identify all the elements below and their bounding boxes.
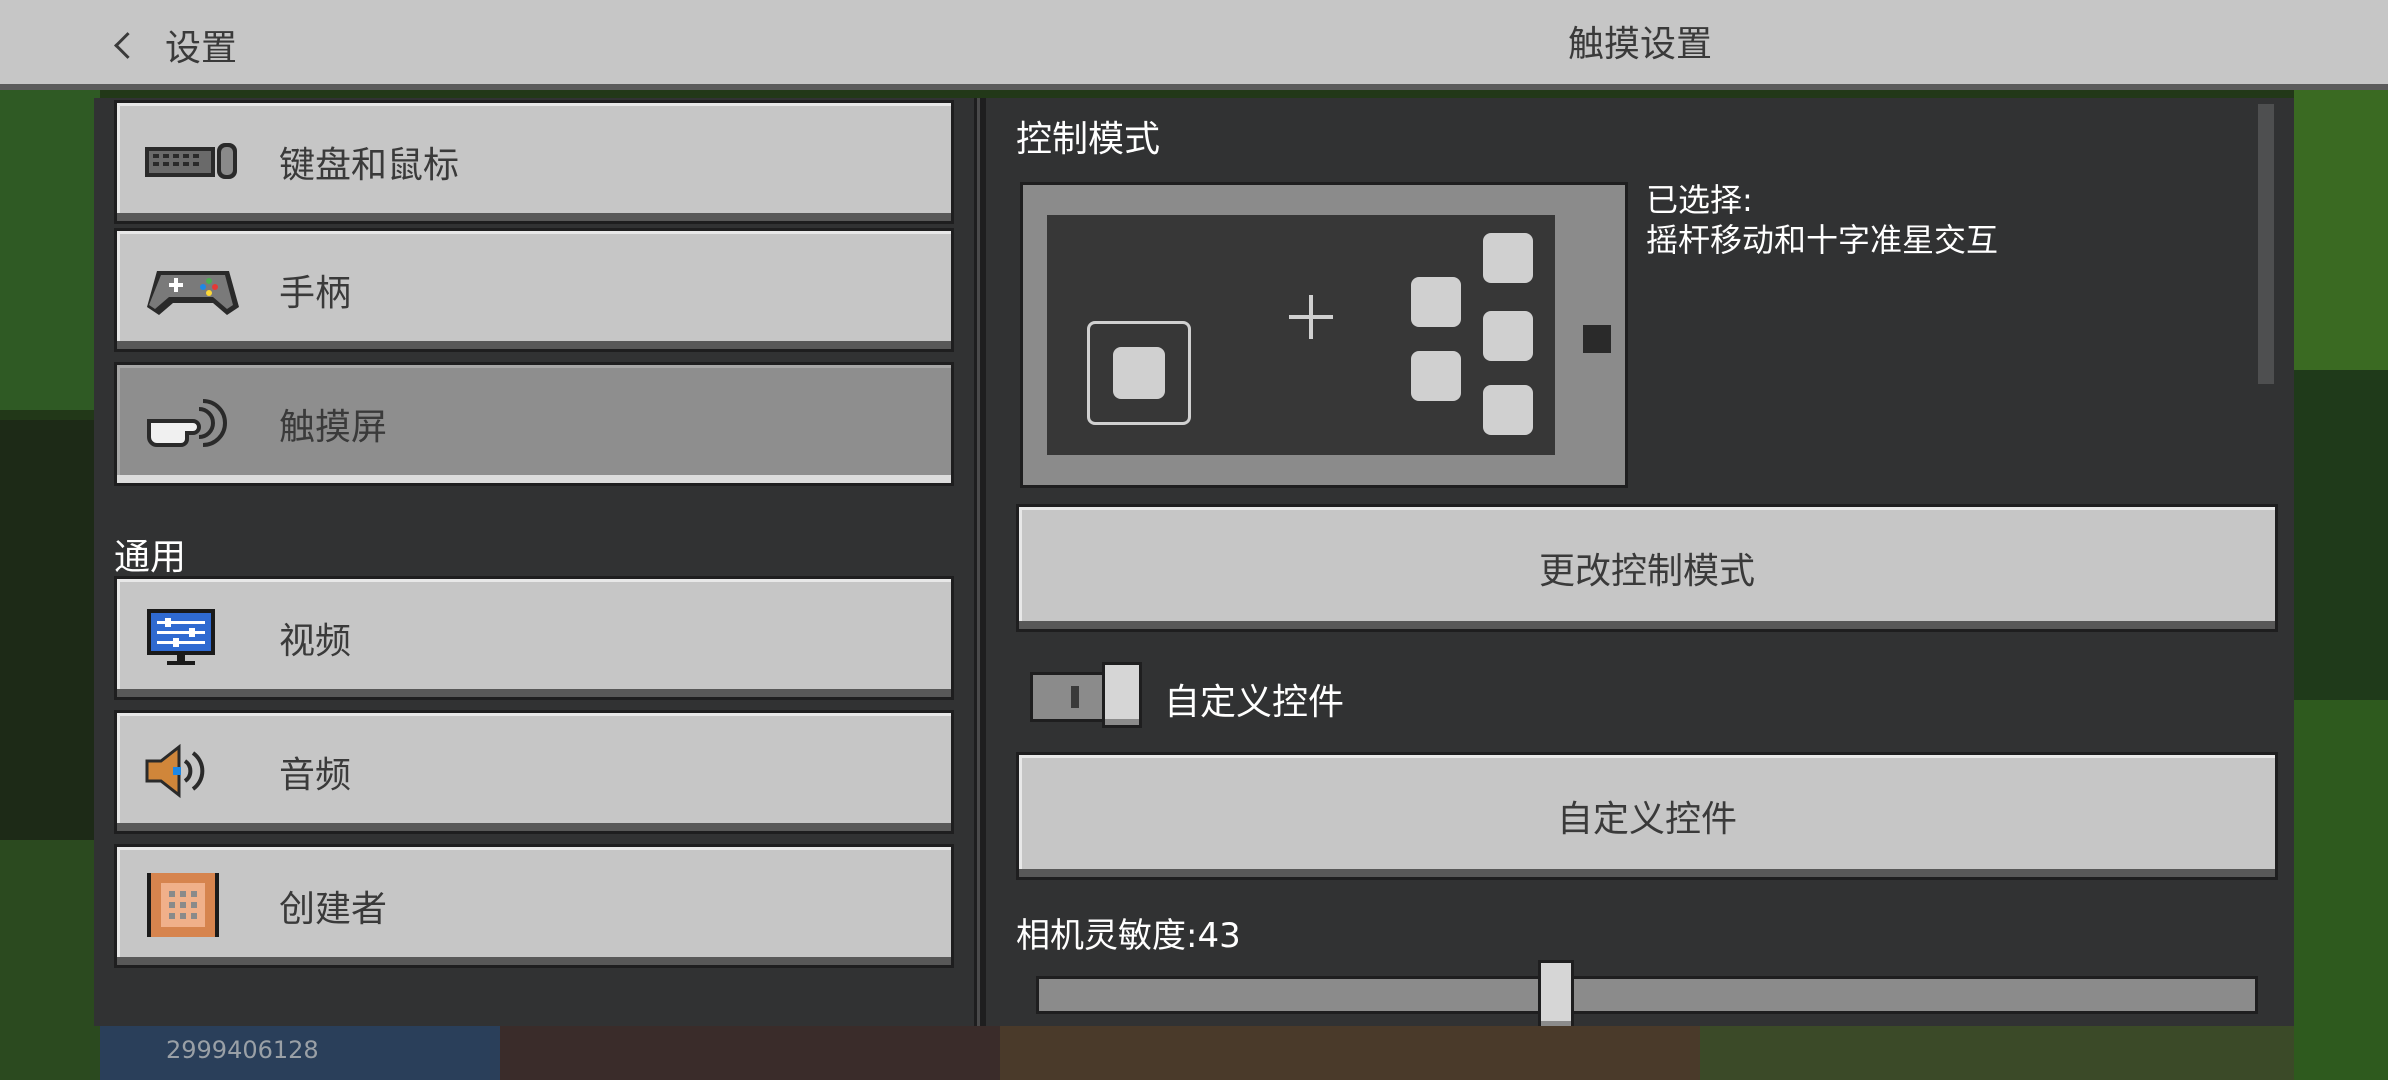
sidebar-item-label: 触摸屏 xyxy=(279,407,388,448)
section-header-general: 通用 xyxy=(114,537,187,578)
back-label: 设置 xyxy=(165,28,238,69)
chevron-left-icon xyxy=(114,31,141,59)
sidebar-item-gamepad[interactable]: 手柄 xyxy=(114,228,954,352)
section-header-control-mode: 控制模式 xyxy=(1016,119,1161,160)
sidebar-item-label: 音频 xyxy=(279,755,352,796)
settings-sidebar: 键盘和鼠标 手柄 触摸屏 通用 视频 音频 创建者 xyxy=(94,98,974,1026)
sidebar-item-label: 键盘和鼠标 xyxy=(279,145,460,186)
touch-hand-icon xyxy=(143,391,243,455)
top-bar: 设置 触摸设置 xyxy=(0,0,2388,90)
camera-sensitivity-slider[interactable] xyxy=(1036,976,2258,1014)
sidebar-item-video[interactable]: 视频 xyxy=(114,576,954,700)
panel-divider xyxy=(974,98,986,1026)
touch-settings-panel: 控制模式 已选择: 摇杆移动和十字准星交互 更改控制模式 自定义控件 自定义控件… xyxy=(986,98,2294,1026)
preview-screen xyxy=(1047,215,1555,455)
sidebar-item-keyboard-mouse[interactable]: 键盘和鼠标 xyxy=(114,100,954,224)
selected-mode-text: 已选择: 摇杆移动和十字准星交互 xyxy=(1646,181,1999,259)
monitor-icon xyxy=(143,605,243,669)
selected-mode-value: 摇杆移动和十字准星交互 xyxy=(1646,221,1999,259)
speaker-icon xyxy=(143,739,243,803)
sidebar-item-label: 视频 xyxy=(279,621,352,662)
change-control-mode-button[interactable]: 更改控制模式 xyxy=(1016,504,2278,632)
back-button[interactable]: 设置 xyxy=(114,18,238,72)
sidebar-item-label: 创建者 xyxy=(279,889,388,930)
custom-controls-toggle-label: 自定义控件 xyxy=(1164,682,1345,723)
sidebar-item-touchscreen[interactable]: 触摸屏 xyxy=(114,362,954,486)
joystick-knob xyxy=(1113,347,1165,399)
keyboard-mouse-icon xyxy=(143,129,243,193)
sidebar-item-creator[interactable]: 创建者 xyxy=(114,844,954,968)
slider-handle[interactable] xyxy=(1538,960,1574,1026)
control-mode-preview xyxy=(1020,182,1628,488)
scrollbar[interactable] xyxy=(2258,104,2274,384)
sidebar-item-audio[interactable]: 音频 xyxy=(114,710,954,834)
command-block-icon xyxy=(143,869,243,941)
footer-id: 2999406128 xyxy=(166,1036,319,1064)
sidebar-item-label: 手柄 xyxy=(279,273,352,314)
camera-sensitivity-label: 相机灵敏度:43 xyxy=(1016,916,1241,956)
custom-controls-button[interactable]: 自定义控件 xyxy=(1016,752,2278,880)
device-button-icon xyxy=(1583,325,1611,353)
page-title: 触摸设置 xyxy=(1567,24,1712,65)
custom-controls-toggle[interactable] xyxy=(1030,662,1144,728)
gamepad-icon xyxy=(143,257,243,321)
